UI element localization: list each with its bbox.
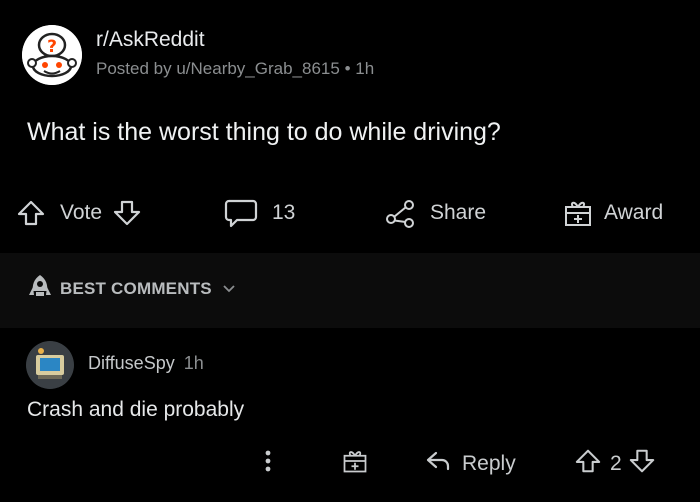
award-gift-icon: [562, 197, 594, 229]
award-gift-icon: [341, 447, 369, 481]
subreddit-name[interactable]: r/AskReddit: [96, 28, 205, 52]
post-title: What is the worst thing to do while driv…: [27, 118, 501, 146]
reply-arrow-icon: [424, 449, 452, 479]
comment-username[interactable]: DiffuseSpy: [88, 353, 175, 373]
upvote-arrow-icon[interactable]: [16, 198, 46, 228]
downvote-arrow-icon[interactable]: [628, 447, 656, 481]
more-options-button[interactable]: [258, 448, 278, 480]
upvote-arrow-icon[interactable]: [574, 447, 602, 481]
post-age: 1h: [355, 59, 375, 78]
comment-age: 1h: [183, 353, 204, 373]
reply-button[interactable]: Reply: [424, 448, 516, 480]
rocket-icon: [26, 273, 54, 304]
chevron-down-icon: [222, 279, 236, 299]
comment-vote-control: 2: [574, 448, 656, 480]
reddit-snoo-question-icon: ?: [22, 25, 82, 85]
share-button[interactable]: Share: [384, 196, 486, 230]
comment-meta: DiffuseSpy 1h: [88, 353, 204, 374]
meta-separator: •: [344, 59, 351, 78]
svg-text:?: ?: [47, 37, 57, 57]
reply-label: Reply: [462, 452, 516, 475]
vote-control: Vote: [16, 196, 142, 230]
share-label: Share: [430, 201, 487, 224]
avatar[interactable]: [26, 341, 74, 389]
comments-button[interactable]: 13: [224, 196, 295, 230]
comment-sort-dropdown[interactable]: BEST COMMENTS: [26, 273, 236, 304]
sort-label: BEST COMMENTS: [60, 278, 212, 298]
comment-bubble-icon: [224, 197, 258, 229]
post-meta: Posted by u/Nearby_Grab_8615 • 1h: [96, 59, 374, 79]
comment-count: 13: [272, 201, 296, 224]
comment-award-button[interactable]: [341, 448, 369, 480]
user-avatar-icon: [26, 341, 74, 389]
comment-body: Crash and die probably: [27, 398, 245, 421]
share-icon: [384, 197, 416, 229]
subreddit-avatar[interactable]: ?: [22, 25, 82, 85]
comment-vote-count: 2: [610, 452, 622, 475]
vote-label: Vote: [60, 201, 103, 224]
downvote-arrow-icon[interactable]: [112, 198, 142, 228]
more-dots-icon: [258, 446, 278, 482]
award-button[interactable]: Award: [562, 196, 663, 230]
posted-by[interactable]: Posted by u/Nearby_Grab_8615: [96, 59, 340, 78]
award-label: Award: [604, 201, 664, 224]
